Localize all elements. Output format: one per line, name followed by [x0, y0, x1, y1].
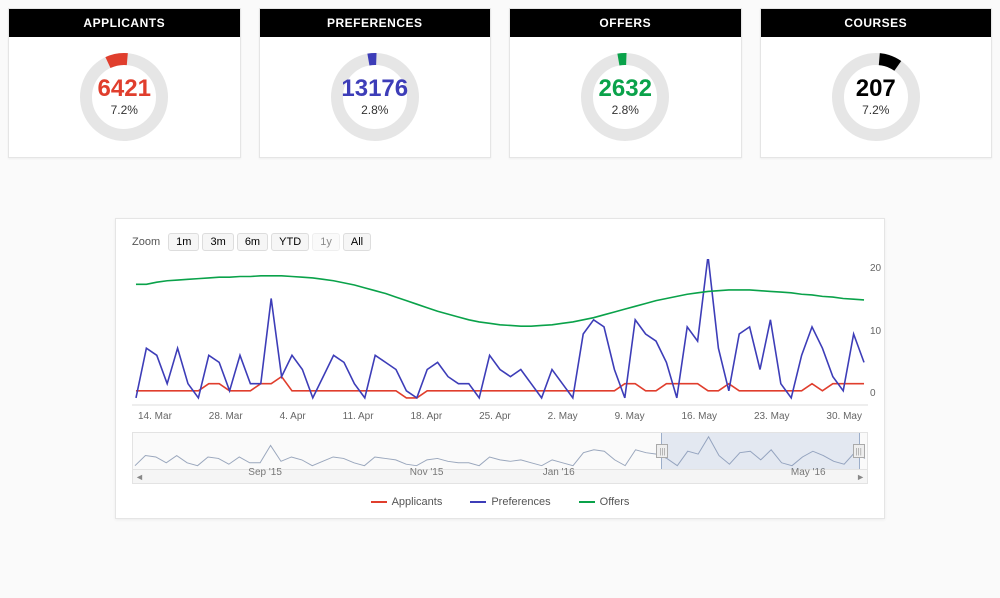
range-handle-left[interactable]: ||| [656, 444, 668, 458]
stat-body: 2632 2.8% [510, 37, 741, 157]
stat-ring: 13176 2.8% [325, 47, 425, 147]
range-window[interactable]: ||| ||| [661, 433, 859, 469]
zoom-1m-button[interactable]: 1m [168, 233, 199, 251]
stat-pct: 2.8% [361, 103, 388, 117]
stat-body: 6421 7.2% [9, 37, 240, 157]
legend-item-offers[interactable]: Offers [579, 496, 630, 508]
nav-tick: Sep '15 [248, 467, 282, 478]
stat-ring: 2632 2.8% [575, 47, 675, 147]
stat-header: APPLICANTS [9, 9, 240, 37]
stat-cards: APPLICANTS64217.2%PREFERENCES131762.8%OF… [0, 0, 1000, 158]
range-scrollbar[interactable]: ◄ ► [132, 470, 868, 484]
main-chart: 20100 [132, 259, 868, 409]
range-handle-right[interactable]: ||| [853, 444, 865, 458]
zoom-all-button[interactable]: All [343, 233, 371, 251]
stat-card-preferences: PREFERENCES 13176 2.8% [259, 8, 492, 158]
zoom-6m-button[interactable]: 6m [237, 233, 268, 251]
stat-card-applicants: APPLICANTS 6421 7.2% [8, 8, 241, 158]
chart-range-navigator[interactable]: Sep '15Nov '15Jan '16May '16 ||| ||| [132, 432, 868, 470]
stat-ring: 207 7.2% [826, 47, 926, 147]
stat-header: OFFERS [510, 9, 741, 37]
zoom-3m-button[interactable]: 3m [202, 233, 233, 251]
chart-legend: Applicants Preferences Offers [132, 496, 868, 508]
stat-card-offers: OFFERS 2632 2.8% [509, 8, 742, 158]
stat-body: 13176 2.8% [260, 37, 491, 157]
nav-tick: Nov '15 [410, 467, 444, 478]
scroll-right-icon[interactable]: ► [856, 472, 865, 482]
zoom-1y-button: 1y [312, 233, 340, 251]
legend-item-preferences[interactable]: Preferences [470, 496, 550, 508]
stat-pct: 7.2% [111, 103, 138, 117]
legend-item-applicants[interactable]: Applicants [371, 496, 443, 508]
nav-tick: Jan '16 [543, 467, 575, 478]
stat-header: COURSES [761, 9, 992, 37]
stat-value: 13176 [341, 77, 408, 101]
y-axis-ticks: 20100 [870, 259, 898, 409]
zoom-controls: Zoom 1m 3m 6m YTD 1y All [132, 233, 868, 251]
zoom-label: Zoom [132, 236, 160, 248]
stat-ring: 6421 7.2% [74, 47, 174, 147]
timeseries-panel: Zoom 1m 3m 6m YTD 1y All 20100 14. Mar28… [115, 218, 885, 519]
stat-value: 2632 [599, 77, 652, 101]
stat-value: 6421 [98, 77, 151, 101]
stat-value: 207 [856, 77, 896, 101]
stat-pct: 2.8% [612, 103, 639, 117]
stat-card-courses: COURSES 207 7.2% [760, 8, 993, 158]
stat-header: PREFERENCES [260, 9, 491, 37]
stat-body: 207 7.2% [761, 37, 992, 157]
zoom-ytd-button[interactable]: YTD [271, 233, 309, 251]
scroll-left-icon[interactable]: ◄ [135, 472, 144, 482]
stat-pct: 7.2% [862, 103, 889, 117]
x-axis-ticks: 14. Mar28. Mar4. Apr11. Apr18. Apr25. Ap… [132, 411, 868, 422]
